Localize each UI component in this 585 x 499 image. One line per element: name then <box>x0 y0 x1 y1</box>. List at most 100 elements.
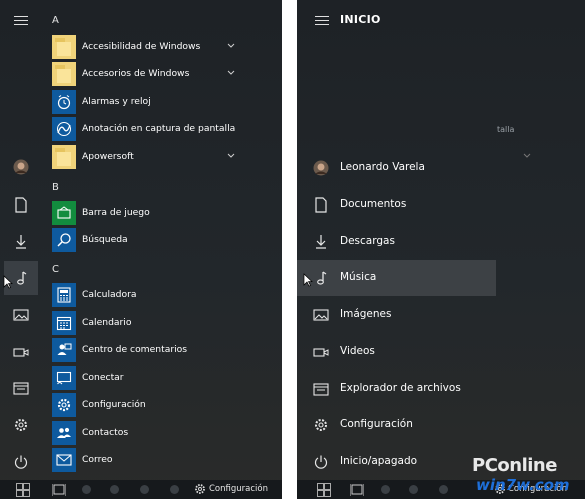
music-note-icon <box>313 270 329 286</box>
app-barra-de-juego[interactable]: Barra de juego <box>52 201 232 226</box>
app-calendario[interactable]: Calendario <box>52 311 232 336</box>
user-avatar-button[interactable] <box>4 150 38 184</box>
document-icon <box>313 197 329 213</box>
videos-rail-button[interactable] <box>4 335 38 369</box>
app-alarmas-y-reloj[interactable]: Alarmas y reloj <box>52 90 232 115</box>
video-icon <box>313 344 329 360</box>
watermark-win7w: win7w.com <box>476 476 570 494</box>
power-rail-button[interactable] <box>4 445 38 479</box>
app-label: Apowersoft <box>82 151 134 162</box>
menu-item-descargas[interactable]: Descargas <box>297 224 496 260</box>
app-label: Accesibilidad de Windows <box>82 41 201 52</box>
app-apowersoft[interactable]: Apowersoft <box>52 145 235 170</box>
download-icon <box>313 234 329 250</box>
windows-start-icon[interactable] <box>16 483 30 497</box>
menu-item-musica[interactable]: Música <box>297 260 496 296</box>
folder-icon <box>52 35 76 59</box>
app-accesorios-de-windows[interactable]: Accesorios de Windows <box>52 62 235 87</box>
chevron-down-icon[interactable] <box>227 70 235 76</box>
menu-item-user[interactable]: Leonardo Varela <box>297 150 496 186</box>
chevron-down-icon[interactable] <box>227 153 235 159</box>
menu-item-imagenes[interactable]: Imágenes <box>297 297 496 333</box>
pictures-rail-button[interactable] <box>4 298 38 332</box>
taskbar-app-icon[interactable] <box>381 485 390 494</box>
menu-item-videos[interactable]: Videos <box>297 334 496 370</box>
start-menu-collapsed-expanded-rail: INICIO talla Leonardo Varela Documentos … <box>297 0 585 499</box>
watermark-pconline: PConline <box>472 455 557 476</box>
start-rail <box>0 0 42 480</box>
mouse-cursor-icon <box>3 275 13 289</box>
app-label: Configuración <box>82 399 146 410</box>
app-accesibilidad-de-windows[interactable]: Accesibilidad de Windows <box>52 35 235 60</box>
start-menu-expanded-list: A Accesibilidad de Windows Accesorios de… <box>0 0 282 499</box>
background-ghost-text: talla <box>497 125 515 134</box>
image-icon <box>13 309 29 321</box>
menu-label: Música <box>340 271 377 283</box>
app-label: Contactos <box>82 427 129 438</box>
documents-rail-button[interactable] <box>4 188 38 222</box>
menu-item-inicio-apagado[interactable]: Inicio/apagado <box>297 444 496 480</box>
app-contactos[interactable]: Contactos <box>52 421 232 446</box>
group-header-c[interactable]: C <box>52 264 59 275</box>
panel-divider <box>282 0 297 499</box>
mail-icon <box>52 448 76 472</box>
document-icon <box>15 197 27 213</box>
taskbar-app-icon[interactable] <box>140 485 149 494</box>
menu-label: Explorador de archivos <box>340 382 461 394</box>
app-label: Calendario <box>82 317 132 328</box>
image-icon <box>313 307 329 323</box>
menu-item-configuracion[interactable]: Configuración <box>297 407 496 443</box>
task-view-icon[interactable] <box>52 483 66 497</box>
calendar-icon <box>52 311 76 335</box>
menu-label: Configuración <box>340 418 413 430</box>
app-correo[interactable]: Correo <box>52 448 232 473</box>
game-bar-icon <box>52 201 76 225</box>
app-label: Centro de comentarios <box>82 344 188 355</box>
group-header-a[interactable]: A <box>52 15 59 26</box>
taskbar-settings-label[interactable]: Configuración <box>209 484 268 494</box>
search-icon <box>52 228 76 252</box>
avatar-icon <box>313 160 329 176</box>
app-label: Conectar <box>82 372 124 383</box>
app-label: Correo <box>82 454 113 465</box>
menu-item-explorador[interactable]: Explorador de archivos <box>297 371 496 407</box>
menu-label: Descargas <box>340 235 395 247</box>
folder-icon <box>52 62 76 86</box>
app-calculadora[interactable]: Calculadora <box>52 283 232 308</box>
downloads-rail-button[interactable] <box>4 225 38 259</box>
music-note-icon <box>17 271 27 285</box>
app-label: Calculadora <box>82 289 137 300</box>
app-label: Alarmas y reloj <box>82 96 151 107</box>
task-view-icon[interactable] <box>350 483 364 497</box>
app-configuracion[interactable]: Configuración <box>52 393 232 418</box>
taskbar-app-icon[interactable] <box>110 485 119 494</box>
file-explorer-rail-button[interactable] <box>4 371 38 405</box>
file-explorer-icon <box>13 382 29 395</box>
app-conectar[interactable]: Conectar <box>52 366 232 391</box>
windows-start-icon[interactable] <box>317 483 331 497</box>
taskbar-app-icon[interactable] <box>409 485 418 494</box>
chevron-down-icon <box>523 153 531 158</box>
hamburger-icon[interactable] <box>315 16 329 26</box>
taskbar-app-icon[interactable] <box>439 485 448 494</box>
app-label: Accesorios de Windows <box>82 68 190 79</box>
chevron-down-icon[interactable] <box>227 43 235 49</box>
group-header-b[interactable]: B <box>52 182 59 193</box>
taskbar-app-icon[interactable] <box>170 485 179 494</box>
gear-icon <box>195 484 205 494</box>
menu-label: Documentos <box>340 198 407 210</box>
app-centro-de-comentarios[interactable]: Centro de comentarios <box>52 338 232 363</box>
site-watermark: PConline win7w.com <box>470 455 585 499</box>
menu-label: Leonardo Varela <box>340 161 425 173</box>
app-busqueda[interactable]: Búsqueda <box>52 228 232 253</box>
menu-label: Imágenes <box>340 308 392 320</box>
settings-rail-button[interactable] <box>4 408 38 442</box>
menu-item-documentos[interactable]: Documentos <box>297 187 496 223</box>
mouse-cursor-icon <box>303 273 313 287</box>
power-icon <box>14 455 28 469</box>
app-anotacion-captura[interactable]: Anotación en captura de pantalla <box>52 117 235 142</box>
hamburger-menu-button[interactable] <box>4 4 38 38</box>
avatar-icon <box>13 159 29 175</box>
taskbar-app-icon[interactable] <box>82 485 91 494</box>
taskbar: Configuración <box>0 480 282 499</box>
